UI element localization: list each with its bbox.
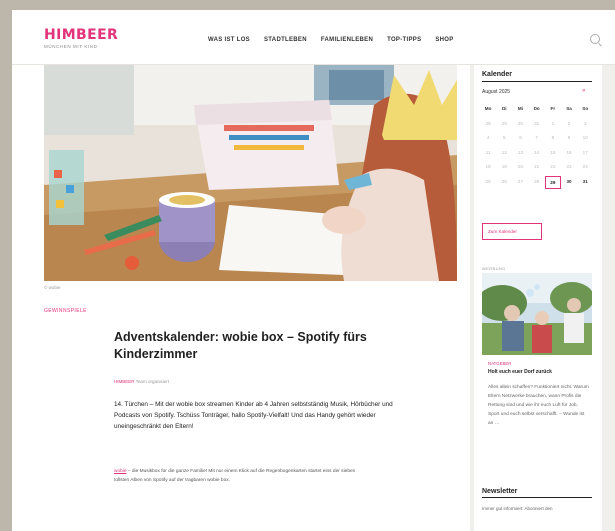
search-icon[interactable] [590, 34, 600, 44]
calendar-day: 10 [582, 135, 588, 140]
calendar-day: 27 [517, 178, 524, 184]
calendar-day: 12 [501, 149, 507, 155]
calendar-day: 19 [501, 164, 507, 169]
calendar-weekday: Fr [550, 106, 556, 111]
nav-item-familienleben[interactable]: FAMILIENLEBEN [321, 37, 373, 43]
logo-text: HIMBEER [44, 27, 119, 43]
calendar-day: 7 [535, 135, 538, 140]
main-nav: WAS IST LOS STADTLEBEN FAMILIENLEBEN TOP… [208, 37, 454, 43]
calendar-weekday: Sa [566, 106, 572, 111]
ad-title[interactable]: Holt euch euer Dorf zurück [488, 369, 552, 375]
meta-text: Team organisiert [134, 379, 169, 384]
calendar-day: 26 [501, 178, 507, 184]
calendar-day-today[interactable]: 29 [544, 175, 561, 189]
calendar-day: 24 [582, 164, 588, 169]
calendar-day: 13 [517, 149, 524, 155]
calendar-month: August 2025 [482, 89, 511, 95]
nav-item-top-tipps[interactable]: TOP-TIPPS [387, 37, 421, 43]
calendar-weekday: So [582, 106, 589, 111]
site-logo[interactable]: HIMBEER MÜNCHEN MIT KIND [44, 28, 118, 49]
article-lead: 14. Türchen – Mit der wobie box streamen… [114, 401, 393, 431]
calendar-day: 31 [534, 120, 540, 126]
calendar-day: 3 [583, 120, 587, 126]
calendar-week-row: 28 29 30 31 1 2 3 [480, 117, 594, 132]
calendar-day: 29 [501, 120, 507, 126]
article-body: wobie – die Musikbox für die ganze Famil… [114, 468, 364, 485]
calendar-day: 9 [567, 135, 571, 140]
page: HIMBEER MÜNCHEN MIT KIND WAS IST LOS STA… [12, 10, 615, 531]
calendar-divider [482, 81, 592, 82]
sidebar: Kalender August 2025 » Mo Di Mi Do Fr Sa So 28 2… [474, 65, 602, 531]
calendar-day: 28 [534, 178, 540, 184]
calendar-day: 1 [551, 120, 555, 126]
calendar-week-row: 11 12 13 14 15 16 17 [480, 146, 594, 161]
calendar-day: 20 [517, 164, 524, 169]
image-credit: © wobie [44, 285, 61, 290]
calendar-day: 17 [582, 149, 588, 155]
calendar-day: 18 [485, 164, 491, 169]
newsletter-divider [482, 497, 592, 498]
calendar-day: 4 [486, 135, 490, 140]
calendar-day: 6 [519, 135, 522, 140]
calendar-week-row: 18 19 20 21 22 23 24 [480, 160, 594, 175]
calendar-weekday: Mo [484, 106, 492, 111]
calendar-day: 8 [551, 135, 555, 140]
calendar-day: 21 [534, 164, 540, 169]
ad-category: RATGEBER [488, 361, 512, 366]
article-title: Adventskalender: wobie box – Spotify für… [114, 330, 367, 361]
site-header: HIMBEER MÜNCHEN MIT KIND WAS IST LOS STA… [12, 10, 615, 65]
calendar-weekday: Di [501, 106, 507, 111]
calendar-week-row: 4 5 6 7 8 9 10 [480, 131, 594, 146]
ad-label: WERBUNG [482, 266, 506, 271]
calendar-day[interactable]: 30 [561, 175, 577, 190]
calendar-day: 23 [566, 164, 572, 169]
calendar-day: 22 [550, 164, 556, 169]
hero-image [44, 65, 457, 281]
article-body-text: – die Musikbox für die ganze Familie! Mi… [114, 469, 356, 483]
calendar-weekday: Mi [517, 106, 524, 111]
meta-author[interactable]: HIMBEER [114, 379, 135, 384]
calendar-weekday: Do [533, 106, 540, 111]
calendar-weekday-row: Mo Di Mi Do Fr Sa So [480, 102, 594, 117]
calendar-day: 5 [503, 135, 506, 140]
calendar-day: 16 [566, 149, 572, 155]
calendar-day[interactable]: 31 [577, 175, 593, 190]
calendar-day: 15 [550, 149, 556, 155]
logo-tagline: MÜNCHEN MIT KIND [44, 44, 98, 49]
calendar-next-arrow[interactable]: » [582, 88, 585, 94]
article-meta: HIMBEER Team organisiert [114, 379, 169, 384]
hero-illustration [44, 65, 457, 281]
calendar-day: 25 [485, 178, 491, 184]
ad-image[interactable] [482, 273, 592, 355]
nav-item-stadtleben[interactable]: STADTLEBEN [264, 37, 307, 43]
nav-item-was-ist-los[interactable]: WAS IST LOS [208, 37, 250, 43]
calendar-day: 2 [567, 120, 571, 126]
ad-text: Alles allein schaffen? Funktioniert nich… [488, 385, 589, 426]
calendar-grid: Mo Di Mi Do Fr Sa So 28 29 30 31 1 2 3 4 5 6 7 8 9 10 11 12 13 1… [480, 102, 594, 189]
article-column: © wobie GEWINNSPIELE Adventskalender: wo… [12, 65, 470, 531]
newsletter-heading: Newsletter [482, 488, 518, 495]
newsletter-text: Immer gut informiert: Abonniert den [482, 506, 553, 511]
wobie-link[interactable]: wobie [114, 469, 127, 474]
calendar-heading: Kalender [482, 71, 512, 78]
calendar-day: 11 [485, 149, 491, 155]
article-category[interactable]: GEWINNSPIELE [44, 308, 87, 314]
calendar-button[interactable]: Zum Kalender [482, 223, 542, 240]
nav-item-shop[interactable]: SHOP [435, 37, 453, 43]
calendar-day: 30 [517, 120, 524, 126]
calendar-day: 28 [485, 120, 491, 126]
calendar-week-row: 25 26 27 28 29 30 31 [480, 175, 594, 190]
calendar-day: 14 [534, 149, 540, 155]
ad-photo [482, 273, 592, 355]
